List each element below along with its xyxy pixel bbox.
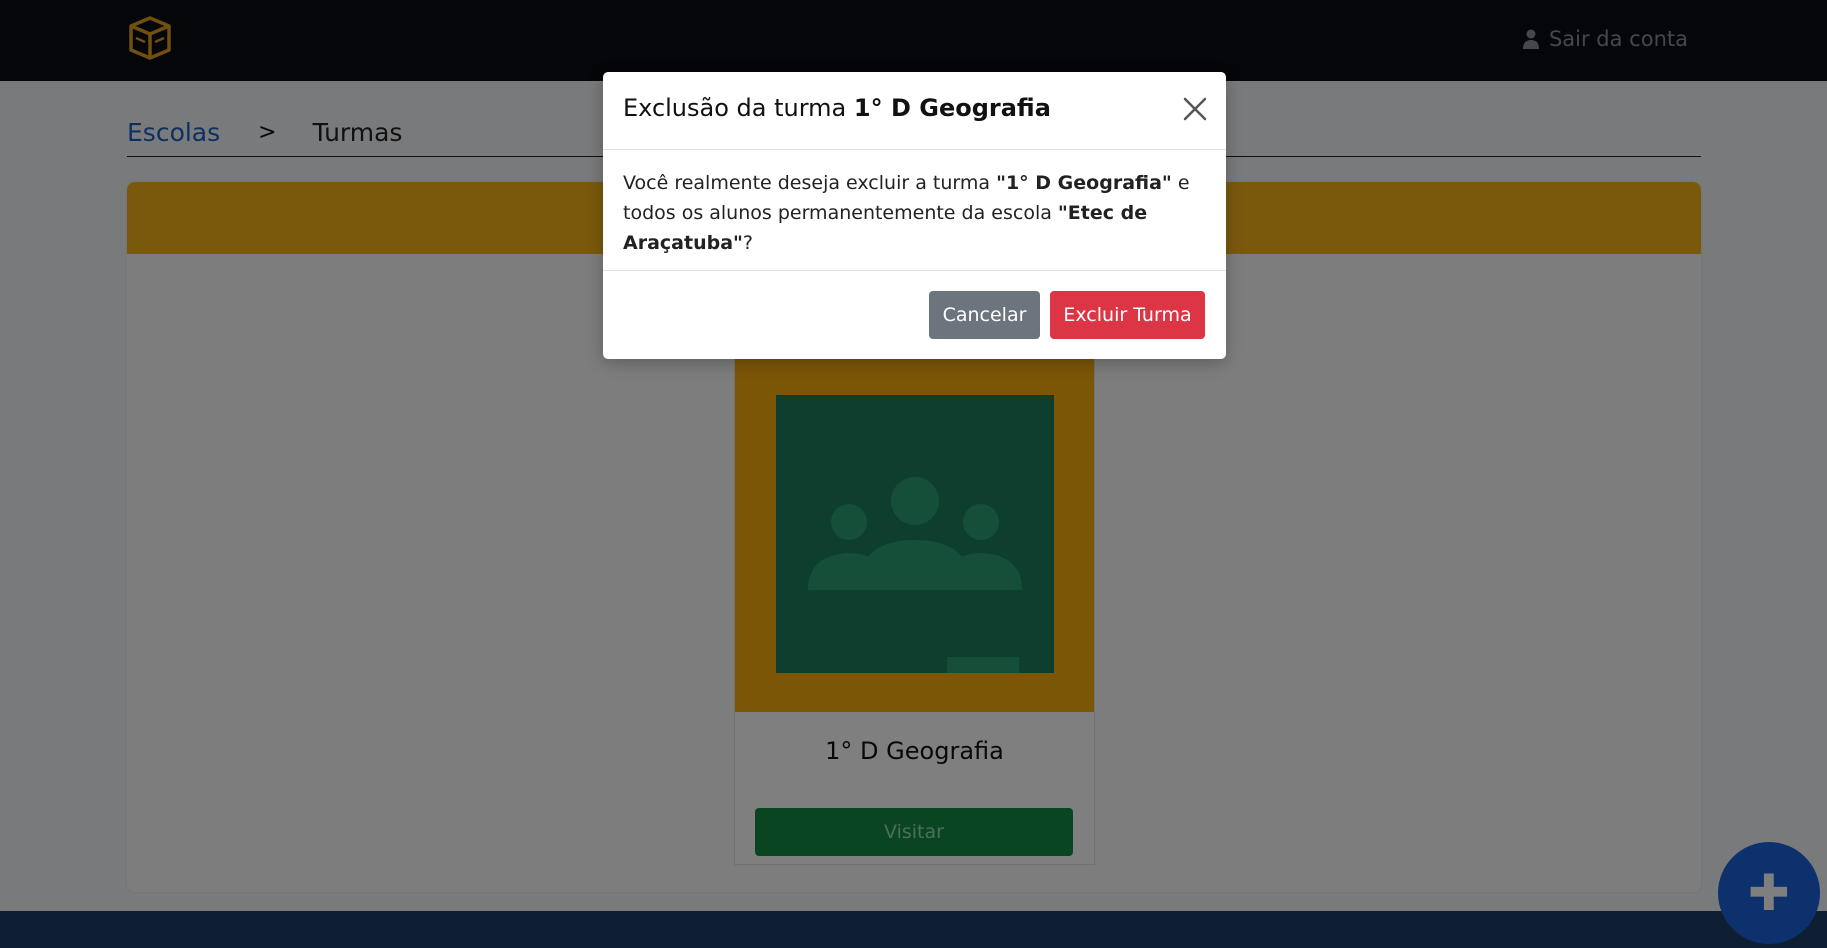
close-icon[interactable]: [1182, 96, 1208, 122]
modal-body-end: ?: [742, 232, 754, 254]
modal-title-class: 1° D Geografia: [853, 94, 1051, 122]
modal-footer: Cancelar Excluir Turma: [603, 270, 1226, 360]
modal-body-text-1: Você realmente deseja excluir a turma: [623, 172, 997, 194]
modal-body: Você realmente deseja excluir a turma "1…: [623, 168, 1203, 258]
modal-body-class: "1° D Geografia": [996, 172, 1172, 194]
modal-title: Exclusão da turma 1° D Geografia: [623, 94, 1051, 122]
modal-header: Exclusão da turma 1° D Geografia: [603, 72, 1226, 150]
delete-class-button[interactable]: Excluir Turma: [1050, 291, 1205, 339]
modal-title-prefix: Exclusão da turma: [623, 94, 854, 122]
delete-class-modal: Exclusão da turma 1° D Geografia Você re…: [603, 72, 1226, 359]
cancel-button[interactable]: Cancelar: [929, 291, 1040, 339]
